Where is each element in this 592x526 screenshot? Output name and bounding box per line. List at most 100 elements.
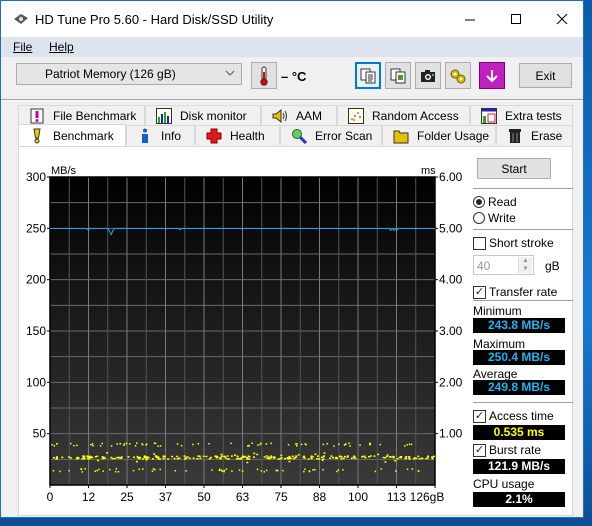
access-time-point	[377, 453, 380, 456]
access-time-point	[413, 457, 416, 459]
camera-icon	[421, 69, 435, 82]
access-time-point	[308, 470, 311, 472]
tab-erase[interactable]: Erase	[496, 125, 573, 145]
copy-text-button[interactable]	[355, 62, 381, 89]
access-time-point	[246, 461, 249, 464]
drive-select[interactable]: Patriot Memory (126 gB)	[16, 63, 242, 85]
access-time-point	[265, 443, 268, 445]
access-time-point	[248, 445, 250, 447]
menu-file-label: File	[13, 40, 33, 54]
access-time-point	[400, 456, 402, 458]
access-time-point	[159, 468, 161, 471]
access-time-point	[340, 456, 343, 458]
access-time-point	[318, 458, 321, 460]
disk-monitor-icon	[156, 107, 172, 124]
tab-error-scan[interactable]: Error Scan	[280, 125, 382, 145]
transfer-rate-box[interactable]: ✓	[473, 285, 486, 299]
access-time-point	[270, 442, 272, 445]
access-time-point	[344, 444, 346, 446]
x-tick-label: 25	[120, 490, 134, 504]
screenshot-button[interactable]	[415, 62, 441, 89]
access-time-point	[186, 456, 189, 458]
copy-screenshot-button[interactable]	[385, 62, 411, 89]
read-radio-circle[interactable]	[473, 196, 485, 208]
thermometer-icon	[260, 66, 268, 86]
maximize-button[interactable]	[493, 1, 539, 37]
tab-disk-monitor[interactable]: Disk monitor	[145, 105, 261, 125]
access-time-point	[221, 470, 224, 472]
access-time-point	[322, 455, 325, 458]
access-time-point	[314, 468, 316, 471]
transfer-rate-checkbox[interactable]: ✓ Transfer rate	[473, 285, 557, 299]
tab-info[interactable]: Info	[126, 125, 195, 145]
access-time-point	[94, 456, 97, 458]
write-radio[interactable]: Write	[473, 211, 516, 225]
minimize-icon	[465, 19, 475, 21]
tab-extra-tests[interactable]: Extra tests	[470, 105, 573, 125]
tab-health[interactable]: Health	[195, 125, 280, 145]
access-time-point	[336, 457, 338, 460]
tab-file-benchmark[interactable]: File Benchmark	[18, 105, 145, 125]
access-time-point	[127, 456, 130, 458]
access-time-point	[340, 458, 343, 460]
exit-button[interactable]: Exit	[519, 63, 572, 88]
access-time-point	[137, 457, 139, 459]
tab-random-access[interactable]: Random Access	[337, 105, 470, 125]
menu-help[interactable]: Help	[49, 40, 74, 54]
toolbar: Patriot Memory (126 gB) – °C Exit	[1, 57, 583, 99]
burst-rate-checkbox[interactable]: ✓ Burst rate	[473, 443, 541, 457]
access-time-point	[157, 445, 159, 447]
burst-rate-box[interactable]: ✓	[473, 443, 486, 457]
access-time-point	[265, 455, 268, 457]
access-time-point	[408, 456, 411, 458]
access-time-point	[109, 468, 111, 471]
short-stroke-checkbox[interactable]: Short stroke	[473, 236, 554, 250]
minimize-button[interactable]	[447, 1, 493, 37]
transfer-rate-label: Transfer rate	[489, 285, 558, 299]
access-time-point	[316, 457, 319, 460]
read-radio[interactable]: Read	[473, 195, 517, 209]
access-time-point	[363, 455, 366, 457]
tab-folder-usage[interactable]: Folder Usage	[382, 125, 496, 145]
tab-label: Extra tests	[505, 108, 562, 123]
trash-icon	[507, 128, 523, 144]
left-axis-unit: MB/s	[51, 165, 77, 177]
access-time-point	[392, 456, 395, 459]
tab-aam[interactable]: AAM	[261, 105, 337, 125]
tab-benchmark[interactable]: Benchmark	[18, 124, 126, 146]
access-time-point	[68, 469, 70, 472]
random-access-icon	[348, 107, 364, 124]
short-stroke-box[interactable]	[473, 236, 486, 250]
access-time-point	[277, 458, 280, 460]
access-time-point	[361, 456, 364, 458]
access-time-point	[280, 454, 283, 457]
access-time-point	[350, 457, 353, 459]
read-label: Read	[488, 195, 517, 209]
access-time-point	[101, 442, 103, 445]
access-time-box[interactable]: ✓	[473, 409, 486, 423]
write-radio-circle[interactable]	[473, 212, 485, 224]
info-icon	[137, 128, 153, 144]
access-time-point	[411, 468, 414, 470]
access-time-point	[208, 443, 210, 445]
cpu-usage-label: CPU usage	[473, 477, 535, 491]
access-time-point	[330, 455, 333, 457]
menu-file[interactable]: File	[13, 40, 32, 54]
start-button[interactable]: Start	[477, 158, 551, 179]
access-time-point	[241, 470, 244, 472]
side-panel: Start Read Write Short stroke 40 ▲ ▼ gB ✓…	[467, 151, 575, 521]
access-time-point	[246, 457, 249, 459]
options-button[interactable]	[445, 62, 471, 89]
short-stroke-spinner[interactable]: 40 ▲ ▼	[473, 255, 534, 275]
save-button[interactable]	[479, 62, 505, 89]
access-time-point	[288, 460, 291, 463]
access-time-point	[70, 442, 72, 445]
temperature-button[interactable]	[251, 62, 277, 89]
access-time-point	[145, 459, 148, 461]
close-button[interactable]	[539, 1, 585, 37]
access-time-checkbox[interactable]: ✓ Access time	[473, 409, 554, 423]
spinner-arrows-icon[interactable]: ▲ ▼	[518, 257, 532, 273]
access-time-point	[369, 442, 371, 444]
access-time-point	[352, 456, 355, 459]
access-time-point	[114, 457, 116, 460]
